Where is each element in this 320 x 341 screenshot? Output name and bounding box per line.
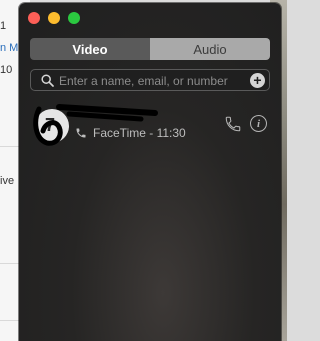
search-input[interactable]: [59, 72, 241, 89]
background-text: 10: [0, 64, 13, 76]
call-meta: FaceTime - 11:30: [75, 126, 186, 140]
call-phone-icon[interactable]: [224, 115, 242, 133]
recent-call-row[interactable]: 7 FaceTime - 11:30 i: [19, 101, 281, 151]
tab-audio[interactable]: Audio: [150, 38, 270, 60]
plus-circle-icon[interactable]: +: [250, 73, 265, 88]
background-text: 1: [0, 20, 7, 32]
video-audio-segmented-control: Video Audio: [30, 38, 270, 60]
background-text: ive: [0, 175, 15, 187]
redaction-scribble: [33, 104, 158, 146]
phone-icon: [76, 128, 86, 138]
close-window-button[interactable]: [28, 12, 40, 24]
title-bar[interactable]: [19, 3, 281, 33]
tab-video[interactable]: Video: [30, 38, 150, 60]
minimize-window-button[interactable]: [48, 12, 60, 24]
info-icon[interactable]: i: [250, 115, 267, 132]
search-icon: [41, 74, 54, 87]
search-field: +: [30, 69, 270, 91]
background-link[interactable]: n M: [0, 42, 18, 54]
facetime-window: Video Audio + 7 FaceTime - 11:30 i: [19, 3, 281, 341]
call-meta-text: FaceTime - 11:30: [93, 126, 186, 140]
zoom-window-button[interactable]: [68, 12, 80, 24]
